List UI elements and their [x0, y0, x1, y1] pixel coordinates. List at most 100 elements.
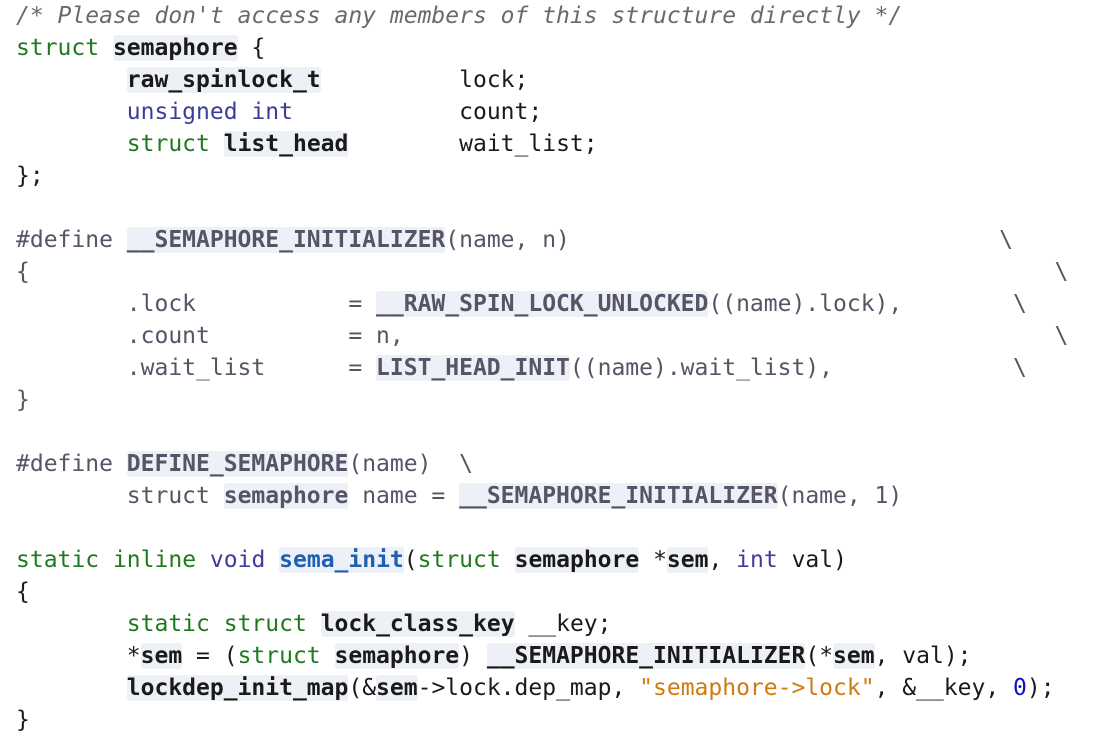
code-token: lockdep_init_map: [126, 675, 349, 701]
code-line[interactable]: struct semaphore {: [16, 32, 1104, 64]
code-token: static: [126, 611, 210, 637]
code-token: (&: [348, 675, 377, 701]
code-line[interactable]: static inline void sema_init(struct sema…: [16, 544, 1104, 576]
code-line[interactable]: #define DEFINE_SEMAPHORE(name) \: [16, 448, 1104, 480]
code-line[interactable]: .wait_list = LIST_HEAD_INIT((name).wait_…: [16, 352, 1104, 384]
code-line[interactable]: lockdep_init_map(&sem->lock.dep_map, "se…: [16, 672, 1104, 704]
code-token: , &__key,: [874, 675, 1014, 701]
code-token: ->lock.dep_map,: [417, 675, 640, 701]
code-token: struct: [16, 483, 224, 509]
code-token: (name, 1): [777, 483, 903, 509]
code-token: struct: [16, 35, 100, 61]
code-token: __RAW_SPIN_LOCK_UNLOCKED: [376, 291, 709, 317]
code-line[interactable]: #define __SEMAPHORE_INITIALIZER(name, n)…: [16, 224, 1104, 256]
code-token: static: [16, 547, 100, 573]
code-token: wait_list;: [348, 131, 598, 157]
code-token: __SEMAPHORE_INITIALIZER: [126, 227, 446, 253]
code-token: ,: [708, 547, 737, 573]
code-token: *: [639, 547, 667, 573]
code-token: semaphore: [334, 643, 460, 669]
code-line[interactable]: /* Please don't access any members of th…: [16, 0, 1104, 32]
code-token: inline: [112, 547, 197, 573]
code-token: struct: [237, 643, 321, 669]
code-token: DEFINE_SEMAPHORE: [126, 451, 349, 477]
code-token: };: [16, 163, 44, 189]
code-token: *: [16, 643, 141, 669]
code-token: list_head: [223, 131, 349, 157]
code-token: val): [777, 547, 847, 573]
code-token: (name, n) \: [445, 227, 1014, 253]
code-token: ((name).lock), \: [708, 291, 1027, 317]
code-token: ((name).wait_list), \: [569, 355, 1027, 381]
code-token: }: [16, 387, 30, 413]
code-token: struct: [126, 131, 210, 157]
code-token: #define: [16, 451, 127, 477]
code-token: .wait_list =: [16, 355, 377, 381]
code-token: raw_spinlock_t: [126, 67, 321, 93]
code-token: .lock =: [16, 291, 377, 317]
code-line[interactable]: * sem = (struct semaphore) __SEMAPHORE_IN…: [16, 640, 1104, 672]
code-editor[interactable]: /* Please don't access any members of th…: [0, 0, 1104, 754]
code-line[interactable]: }: [16, 384, 1104, 416]
code-token: = (: [182, 643, 238, 669]
code-token: {: [16, 579, 30, 605]
code-token: LIST_HEAD_INIT: [376, 355, 570, 381]
code-line[interactable]: [16, 192, 1104, 224]
code-token: sem: [666, 547, 709, 573]
code-token: sem: [833, 643, 875, 669]
code-line[interactable]: .lock = __RAW_SPIN_LOCK_UNLOCKED((name).…: [16, 288, 1104, 320]
code-token: sem: [376, 675, 418, 701]
code-token: #define: [16, 227, 127, 253]
code-area[interactable]: /* Please don't access any members of th…: [16, 0, 1104, 736]
code-token: semaphore: [514, 547, 640, 573]
code-line[interactable]: raw_spinlock_t lock;: [16, 64, 1104, 96]
code-token: int: [736, 547, 778, 573]
code-line[interactable]: struct semaphore name = __SEMAPHORE_INIT…: [16, 480, 1104, 512]
code-token: semaphore: [223, 483, 349, 509]
code-token: ): [459, 643, 487, 669]
code-token: semaphore: [112, 35, 238, 61]
code-token: );: [1026, 675, 1055, 701]
code-token: { \: [16, 259, 1069, 285]
code-line[interactable]: struct list_head wait_list;: [16, 128, 1104, 160]
code-token: (*: [805, 643, 834, 669]
code-line[interactable]: static struct lock_class_key __key;: [16, 608, 1104, 640]
code-token: struct: [223, 611, 307, 637]
code-line[interactable]: [16, 512, 1104, 544]
code-token: name =: [348, 483, 460, 509]
code-token: }: [16, 707, 30, 733]
code-token: unsigned int: [126, 99, 293, 125]
code-line[interactable]: };: [16, 160, 1104, 192]
code-token: /* Please don't access any members of th…: [16, 3, 903, 29]
code-token: lock_class_key: [320, 611, 515, 637]
code-token: void: [209, 547, 266, 573]
code-token: 0: [1013, 675, 1027, 701]
code-token: "semaphore->lock": [639, 675, 875, 701]
code-line[interactable]: { \: [16, 256, 1104, 288]
code-token: {: [237, 35, 266, 61]
code-line[interactable]: {: [16, 576, 1104, 608]
code-token: (: [403, 547, 418, 573]
code-line[interactable]: unsigned int count;: [16, 96, 1104, 128]
code-token: .count = n, \: [16, 323, 1069, 349]
code-token: __key;: [514, 611, 612, 637]
code-token: sema_init: [279, 547, 404, 573]
code-token: __SEMAPHORE_INITIALIZER: [486, 643, 806, 669]
code-token: struct: [417, 547, 501, 573]
code-line[interactable]: [16, 416, 1104, 448]
code-line[interactable]: .count = n, \: [16, 320, 1104, 352]
code-token: lock;: [320, 67, 529, 93]
code-line[interactable]: }: [16, 704, 1104, 736]
